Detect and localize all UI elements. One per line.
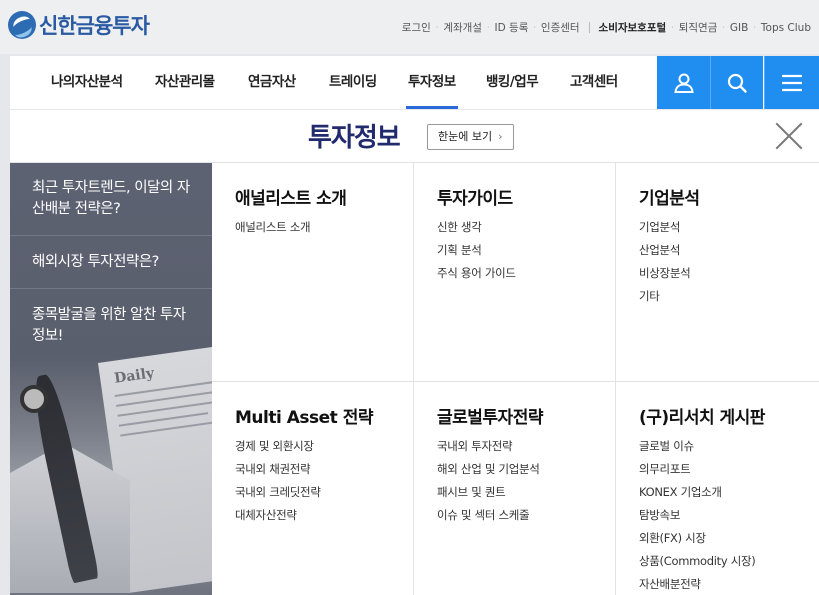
newspaper-word: Daily — [113, 365, 156, 387]
separator-dot: · — [753, 23, 756, 32]
menu-link[interactable]: 대체자산전략 — [235, 505, 413, 528]
overview-button-label: 한눈에 보기 — [438, 130, 493, 143]
menu-link[interactable]: 비상장분석 — [639, 263, 819, 286]
menu-link[interactable]: 주식 용어 가이드 — [437, 263, 615, 286]
promo-illustration: Daily — [10, 340, 212, 595]
menu-link[interactable]: 기획 분석 — [437, 240, 615, 263]
nav-item-customer-center[interactable]: 고객센터 — [570, 56, 618, 109]
watch-icon — [20, 385, 48, 413]
menu-link[interactable]: 자산배분전략 — [639, 574, 819, 595]
logo-mark-icon — [8, 11, 36, 39]
section-title[interactable]: 글로벌투자전략 — [437, 403, 615, 428]
section-title[interactable]: Multi Asset 전략 — [235, 403, 413, 428]
util-link-login[interactable]: 로그인 — [402, 20, 431, 35]
menu-link[interactable]: 애널리스트 소개 — [235, 217, 413, 240]
menu-button[interactable] — [764, 56, 819, 109]
menu-link[interactable]: 이슈 및 섹터 스케줄 — [437, 505, 615, 528]
util-link-open-account[interactable]: 계좌개설 — [443, 20, 482, 35]
menu-link[interactable]: 의무리포트 — [639, 459, 819, 482]
menu-link[interactable]: KONEX 기업소개 — [639, 482, 819, 505]
user-button[interactable] — [657, 56, 710, 109]
menu-link[interactable]: 국내외 투자전략 — [437, 436, 615, 459]
util-link-tops-club[interactable]: Tops Club — [761, 22, 811, 34]
menu-link[interactable]: 해외 산업 및 기업분석 — [437, 459, 615, 482]
promo-item-overseas-strategy[interactable]: 해외시장 투자전략은? — [10, 236, 212, 289]
panel-header: 투자정보 한눈에 보기 › — [10, 110, 819, 163]
search-icon — [727, 73, 747, 93]
section-title[interactable]: 애널리스트 소개 — [235, 184, 413, 209]
menu-link[interactable]: 신한 생각 — [437, 217, 615, 240]
menu-link[interactable]: 국내외 채권전략 — [235, 459, 413, 482]
nav-item-trading[interactable]: 트레이딩 — [329, 56, 377, 109]
close-icon[interactable] — [775, 122, 803, 150]
menu-grid: 애널리스트 소개 애널리스트 소개 투자가이드 신한 생각 기획 분석 주식 용… — [212, 163, 819, 595]
separator-dot: · — [533, 23, 536, 32]
menu-link[interactable]: 산업분석 — [639, 240, 819, 263]
overview-button[interactable]: 한눈에 보기 › — [427, 124, 514, 150]
separator-dot: · — [435, 23, 439, 32]
menu-section-multi-asset: Multi Asset 전략 경제 및 외환시장 국내외 채권전략 국내외 크레… — [212, 382, 414, 595]
main-nav: 나의자산분석 자산관리몰 연금자산 트레이딩 투자정보 뱅킹/업무 고객센터 — [10, 56, 819, 109]
top-utility-bar: 신한금융투자 로그인 · 계좌개설 · ID 등록 · 인증센터 소비자보호포털… — [0, 0, 819, 54]
nav-item-banking[interactable]: 뱅킹/업무 — [486, 56, 539, 109]
nav-item-asset-analysis[interactable]: 나의자산분석 — [51, 56, 123, 109]
search-button[interactable] — [710, 56, 763, 109]
separator-dot: · — [486, 23, 490, 32]
separator-dot: · — [671, 23, 674, 32]
menu-section-global-strategy: 글로벌투자전략 국내외 투자전략 해외 산업 및 기업분석 패시브 및 퀀트 이… — [414, 382, 616, 595]
user-icon — [673, 73, 694, 93]
section-title[interactable]: 기업분석 — [639, 184, 819, 209]
promo-sidebar: 최근 투자트렌드, 이달의 자산배분 전략은? 해외시장 투자전략은? 종목발굴… — [10, 163, 212, 595]
menu-section-analyst: 애널리스트 소개 애널리스트 소개 — [212, 163, 414, 382]
mega-menu-panel: 투자정보 한눈에 보기 › 최근 투자트렌드, 이달의 자산배분 전략은? 해외시… — [10, 110, 819, 595]
menu-section-company-analysis: 기업분석 기업분석 산업분석 비상장분석 기타 — [616, 163, 819, 382]
utility-links: 로그인 · 계좌개설 · ID 등록 · 인증센터 소비자보호포털 · 퇴직연금… — [402, 20, 811, 35]
promo-item-asset-allocation[interactable]: 최근 투자트렌드, 이달의 자산배분 전략은? — [10, 163, 212, 236]
util-link-gib[interactable]: GIB — [730, 22, 748, 34]
menu-link[interactable]: 경제 및 외환시장 — [235, 436, 413, 459]
menu-link[interactable]: 탐방속보 — [639, 505, 819, 528]
menu-link[interactable]: 기타 — [639, 286, 819, 309]
brand-logo[interactable]: 신한금융투자 — [8, 10, 150, 40]
nav-item-asset-mall[interactable]: 자산관리몰 — [155, 56, 215, 109]
separator-bar — [588, 22, 590, 33]
util-link-cert-center[interactable]: 인증센터 — [541, 20, 580, 35]
menu-link[interactable]: 외환(FX) 시장 — [639, 528, 819, 551]
menu-section-research-board: (구)리서치 게시판 글로벌 이슈 의무리포트 KONEX 기업소개 탐방속보 … — [616, 382, 819, 595]
util-link-consumer-portal[interactable]: 소비자보호포털 — [599, 20, 667, 35]
menu-icon — [782, 74, 802, 91]
menu-section-investment-guide: 투자가이드 신한 생각 기획 분석 주식 용어 가이드 — [414, 163, 616, 382]
menu-link[interactable]: 기업분석 — [639, 217, 819, 240]
util-link-pension[interactable]: 퇴직연금 — [679, 20, 718, 35]
section-title[interactable]: 투자가이드 — [437, 184, 615, 209]
menu-link[interactable]: 글로벌 이슈 — [639, 436, 819, 459]
menu-link[interactable]: 패시브 및 퀀트 — [437, 482, 615, 505]
nav-item-investment-info[interactable]: 투자정보 — [406, 56, 458, 109]
chevron-right-icon: › — [498, 130, 503, 143]
nav-item-pension[interactable]: 연금자산 — [248, 56, 296, 109]
logo-text: 신한금융투자 — [39, 14, 150, 38]
section-title[interactable]: (구)리서치 게시판 — [639, 403, 819, 428]
menu-link[interactable]: 국내외 크레딧전략 — [235, 482, 413, 505]
panel-title: 투자정보 — [308, 123, 401, 153]
separator-dot: · — [722, 23, 725, 32]
util-link-id-register[interactable]: ID 등록 — [495, 20, 529, 35]
menu-link[interactable]: 상품(Commodity 시장) — [639, 551, 819, 574]
